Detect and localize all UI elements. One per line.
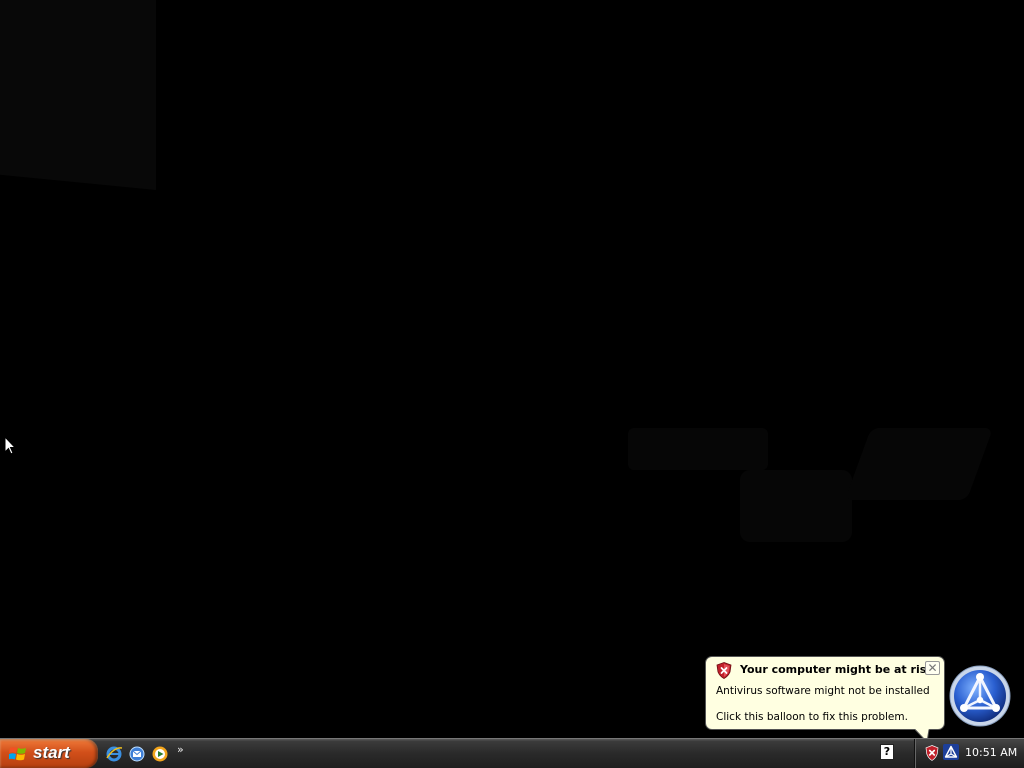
quick-launch-outlook-express[interactable] bbox=[127, 744, 147, 764]
start-button[interactable]: start bbox=[0, 739, 98, 768]
quick-launch-media-player[interactable] bbox=[150, 744, 170, 764]
quick-launch-internet-explorer[interactable] bbox=[104, 744, 124, 764]
security-shield-icon bbox=[716, 662, 732, 679]
network-triangle-icon[interactable] bbox=[943, 744, 959, 760]
desktop-shadow bbox=[740, 470, 852, 542]
security-alert-icon[interactable] bbox=[925, 745, 939, 761]
taskbar: start » ? 10:51 AM bbox=[0, 738, 1024, 768]
internet-explorer-icon bbox=[106, 746, 123, 762]
media-player-icon bbox=[152, 746, 168, 762]
desktop[interactable] bbox=[0, 0, 1024, 738]
start-label: start bbox=[33, 743, 70, 762]
desktop-shadow bbox=[628, 428, 768, 470]
desktop-shadow bbox=[0, 0, 156, 190]
quick-launch-overflow-chevron-icon[interactable]: » bbox=[177, 743, 184, 756]
mouse-cursor-icon bbox=[4, 436, 16, 455]
desktop-shadow bbox=[844, 428, 994, 500]
system-tray: 10:51 AM bbox=[914, 739, 1024, 768]
tray-help-icon[interactable]: ? bbox=[880, 744, 894, 760]
balloon-fix-hint[interactable]: Click this balloon to fix this problem. bbox=[716, 711, 908, 723]
outlook-express-icon bbox=[129, 746, 145, 762]
windows-logo-icon bbox=[9, 747, 26, 761]
balloon-title: Your computer might be at risk bbox=[740, 663, 934, 676]
security-center-badge-icon[interactable] bbox=[948, 664, 1012, 728]
system-clock[interactable]: 10:51 AM bbox=[965, 746, 1017, 759]
quick-launch-toolbar: » bbox=[104, 742, 184, 766]
security-alert-balloon[interactable]: Your computer might be at risk ✕ Antivir… bbox=[705, 656, 945, 730]
balloon-message: Antivirus software might not be installe… bbox=[716, 685, 930, 697]
balloon-close-button[interactable]: ✕ bbox=[925, 661, 940, 675]
